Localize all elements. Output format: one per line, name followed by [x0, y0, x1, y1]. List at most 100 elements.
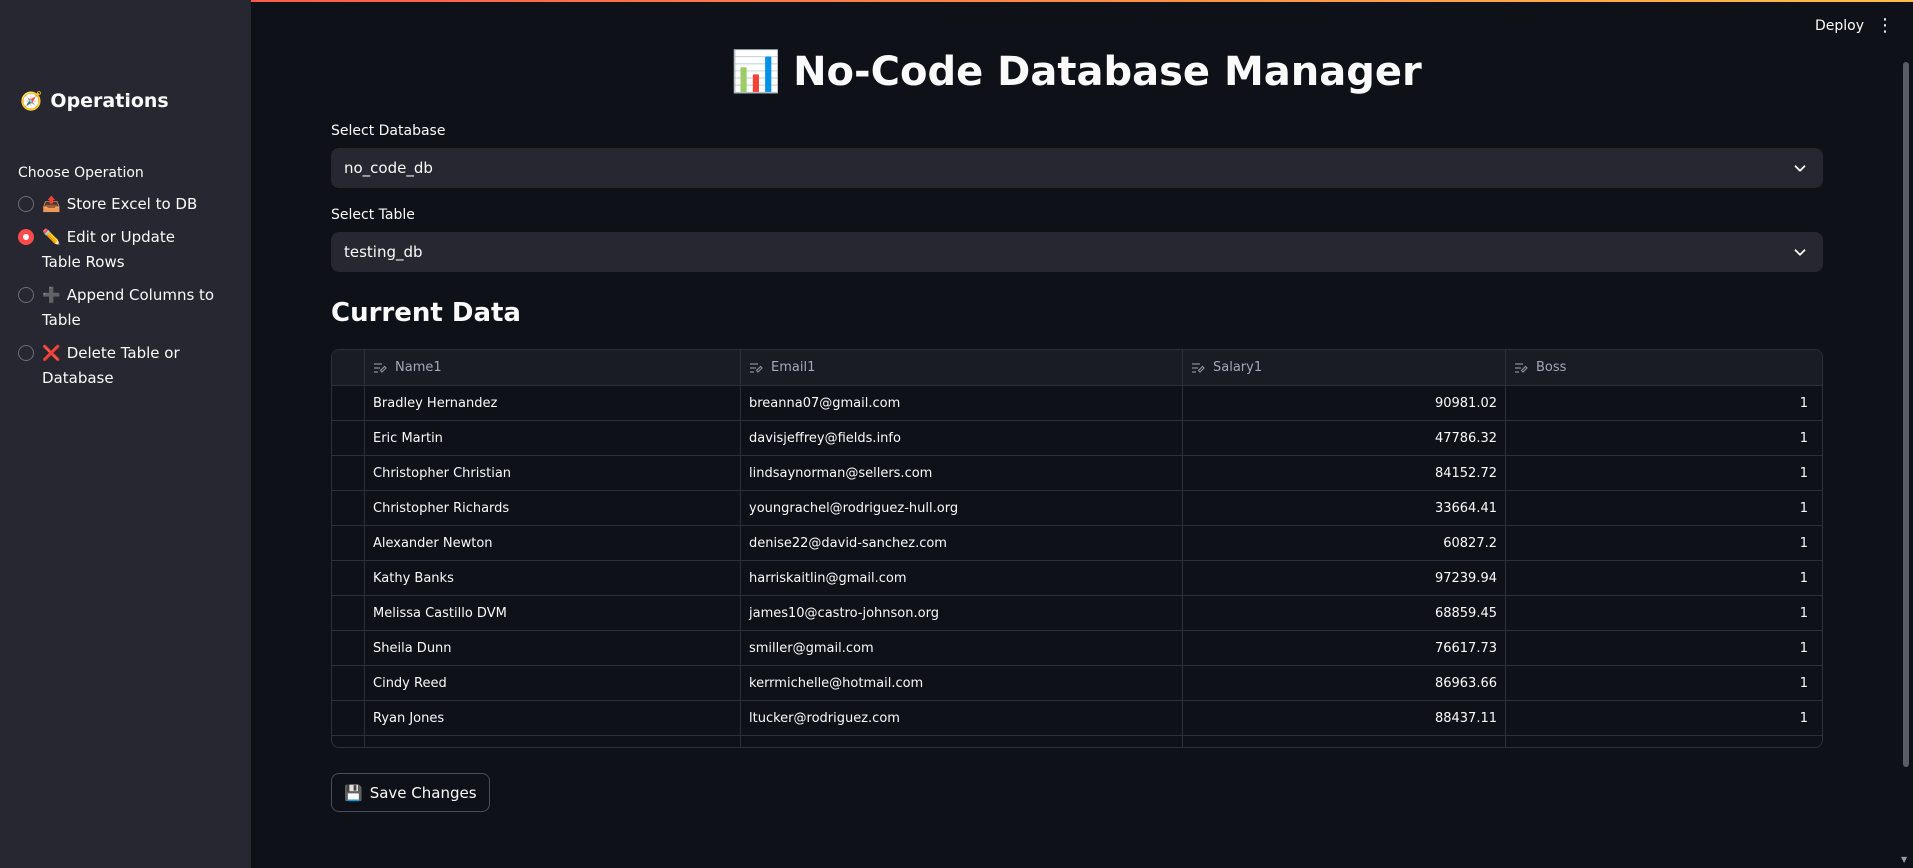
- save-changes-button[interactable]: 💾 Save Changes: [331, 773, 490, 812]
- boss-cell[interactable]: 1: [1506, 526, 1816, 560]
- salary-cell[interactable]: 76617.73: [1183, 631, 1506, 665]
- radio-option-label: ❌ Delete Table or Database: [42, 343, 180, 388]
- table-row-partial: [332, 736, 1822, 747]
- radio-option-edit-rows[interactable]: ✏️ Edit or Update Table Rows: [18, 225, 233, 276]
- name-cell[interactable]: Alexander Newton: [365, 526, 741, 560]
- boss-cell[interactable]: 1: [1506, 561, 1816, 595]
- salary-cell[interactable]: 86963.66: [1183, 666, 1506, 700]
- email-cell[interactable]: ltucker@rodriguez.com: [741, 701, 1183, 735]
- row-index-cell[interactable]: [332, 701, 365, 735]
- plus-icon: ➕: [42, 285, 61, 304]
- column-header[interactable]: Name1: [365, 350, 741, 385]
- radio-option-store-excel[interactable]: 📤 Store Excel to DB: [18, 192, 233, 218]
- sidebar-title: 🧭 Operations: [20, 90, 169, 112]
- table-row[interactable]: Eric Martin davisjeffrey@fields.info 47786…: [332, 421, 1822, 456]
- boss-cell[interactable]: 1: [1506, 491, 1816, 525]
- name-cell[interactable]: Christopher Christian: [365, 456, 741, 490]
- sidebar: 🧭 Operations Choose Operation 📤 Store Exc…: [0, 0, 251, 868]
- email-cell[interactable]: breanna07@gmail.com: [741, 386, 1183, 420]
- page-title: 📊 No-Code Database Manager: [731, 49, 1422, 95]
- email-cell[interactable]: davisjeffrey@fields.info: [741, 421, 1183, 455]
- salary-cell[interactable]: 84152.72: [1183, 456, 1506, 490]
- operation-radio-group: 📤 Store Excel to DB ✏️ Edit or Update Tabl…: [18, 192, 233, 399]
- salary-cell[interactable]: 90981.02: [1183, 386, 1506, 420]
- radio-option-append-columns[interactable]: ➕ Append Columns to Table: [18, 283, 233, 334]
- database-select-label: Select Database: [331, 123, 446, 139]
- column-header[interactable]: Salary1: [1183, 350, 1506, 385]
- database-select[interactable]: no_code_db: [331, 148, 1823, 188]
- sidebar-title-text: Operations: [50, 90, 169, 112]
- boss-cell[interactable]: 1: [1506, 596, 1816, 630]
- email-cell[interactable]: james10@castro-johnson.org: [741, 596, 1183, 630]
- boss-cell[interactable]: 1: [1506, 456, 1816, 490]
- row-index-cell[interactable]: [332, 491, 365, 525]
- name-cell[interactable]: Christopher Richards: [365, 491, 741, 525]
- empty-cell: [741, 736, 1183, 747]
- table-row[interactable]: Kathy Banks harriskaitlin@gmail.com 97239.…: [332, 561, 1822, 596]
- salary-cell[interactable]: 60827.2: [1183, 526, 1506, 560]
- row-index-cell[interactable]: [332, 456, 365, 490]
- boss-cell[interactable]: 1: [1506, 666, 1816, 700]
- name-cell[interactable]: Eric Martin: [365, 421, 741, 455]
- chevron-down-icon: [1794, 165, 1806, 172]
- name-cell[interactable]: Bradley Hernandez: [365, 386, 741, 420]
- salary-cell[interactable]: 88437.11: [1183, 701, 1506, 735]
- row-index-cell[interactable]: [332, 526, 365, 560]
- row-index-cell[interactable]: [332, 631, 365, 665]
- radio-button-selected[interactable]: [18, 228, 34, 245]
- email-cell[interactable]: lindsaynorman@sellers.com: [741, 456, 1183, 490]
- table-row[interactable]: Melissa Castillo DVM james10@castro-johns…: [332, 596, 1822, 631]
- radio-option-delete-table[interactable]: ❌ Delete Table or Database: [18, 341, 233, 392]
- name-cell[interactable]: Sheila Dunn: [365, 631, 741, 665]
- page-scrollbar[interactable]: [1903, 62, 1909, 767]
- table-row[interactable]: Ryan Jones ltucker@rodriguez.com 88437.11 1: [332, 701, 1822, 736]
- boss-cell[interactable]: 1: [1506, 631, 1816, 665]
- table-header: Name1 Email1 Salary1 Boss: [332, 350, 1822, 386]
- column-header[interactable]: Email1: [741, 350, 1183, 385]
- name-cell[interactable]: Cindy Reed: [365, 666, 741, 700]
- deploy-button[interactable]: Deploy: [1815, 18, 1864, 34]
- section-title: Current Data: [331, 298, 521, 328]
- radio-option-label: ✏️ Edit or Update Table Rows: [42, 227, 175, 272]
- row-index-cell[interactable]: [332, 386, 365, 420]
- name-cell[interactable]: Ryan Jones: [365, 701, 741, 735]
- edit-text-icon: [374, 362, 387, 373]
- boss-cell[interactable]: 1: [1506, 421, 1816, 455]
- salary-cell[interactable]: 68859.45: [1183, 596, 1506, 630]
- table-row[interactable]: Bradley Hernandez breanna07@gmail.com 9098…: [332, 386, 1822, 421]
- row-index-cell[interactable]: [332, 421, 365, 455]
- radio-option-label: 📤 Store Excel to DB: [42, 195, 198, 213]
- table-select-value: testing_db: [344, 243, 423, 261]
- name-cell[interactable]: Melissa Castillo DVM: [365, 596, 741, 630]
- table-row[interactable]: Christopher Christian lindsaynorman@selle…: [332, 456, 1822, 491]
- salary-cell[interactable]: 47786.32: [1183, 421, 1506, 455]
- column-header[interactable]: Boss: [1506, 350, 1816, 385]
- table-row[interactable]: Cindy Reed kerrmichelle@hotmail.com 86963.…: [332, 666, 1822, 701]
- empty-cell: [332, 736, 365, 747]
- radio-button[interactable]: [18, 286, 34, 303]
- row-index-cell[interactable]: [332, 596, 365, 630]
- email-cell[interactable]: youngrachel@rodriguez-hull.org: [741, 491, 1183, 525]
- boss-cell[interactable]: 1: [1506, 701, 1816, 735]
- edit-text-icon: [750, 362, 763, 373]
- table-row[interactable]: Alexander Newton denise22@david-sanchez.c…: [332, 526, 1822, 561]
- email-cell[interactable]: denise22@david-sanchez.com: [741, 526, 1183, 560]
- salary-cell[interactable]: 33664.41: [1183, 491, 1506, 525]
- outbox-icon: 📤: [42, 195, 61, 213]
- kebab-menu-icon[interactable]: ⋮: [1876, 16, 1894, 36]
- name-cell[interactable]: Kathy Banks: [365, 561, 741, 595]
- table-row[interactable]: Christopher Richards youngrachel@rodrigue…: [332, 491, 1822, 526]
- boss-cell[interactable]: 1: [1506, 386, 1816, 420]
- row-index-cell[interactable]: [332, 666, 365, 700]
- table-row[interactable]: Sheila Dunn smiller@gmail.com 76617.73 1: [332, 631, 1822, 666]
- table-select[interactable]: testing_db: [331, 232, 1823, 272]
- email-cell[interactable]: kerrmichelle@hotmail.com: [741, 666, 1183, 700]
- data-editor-table[interactable]: Name1 Email1 Salary1 Boss Bradley Hernan…: [331, 349, 1823, 748]
- salary-cell[interactable]: 97239.94: [1183, 561, 1506, 595]
- radio-button[interactable]: [18, 196, 34, 212]
- row-index-cell[interactable]: [332, 561, 365, 595]
- radio-button[interactable]: [18, 344, 34, 361]
- email-cell[interactable]: harriskaitlin@gmail.com: [741, 561, 1183, 595]
- email-cell[interactable]: smiller@gmail.com: [741, 631, 1183, 665]
- scroll-down-arrow-icon[interactable]: ▼: [1901, 855, 1907, 864]
